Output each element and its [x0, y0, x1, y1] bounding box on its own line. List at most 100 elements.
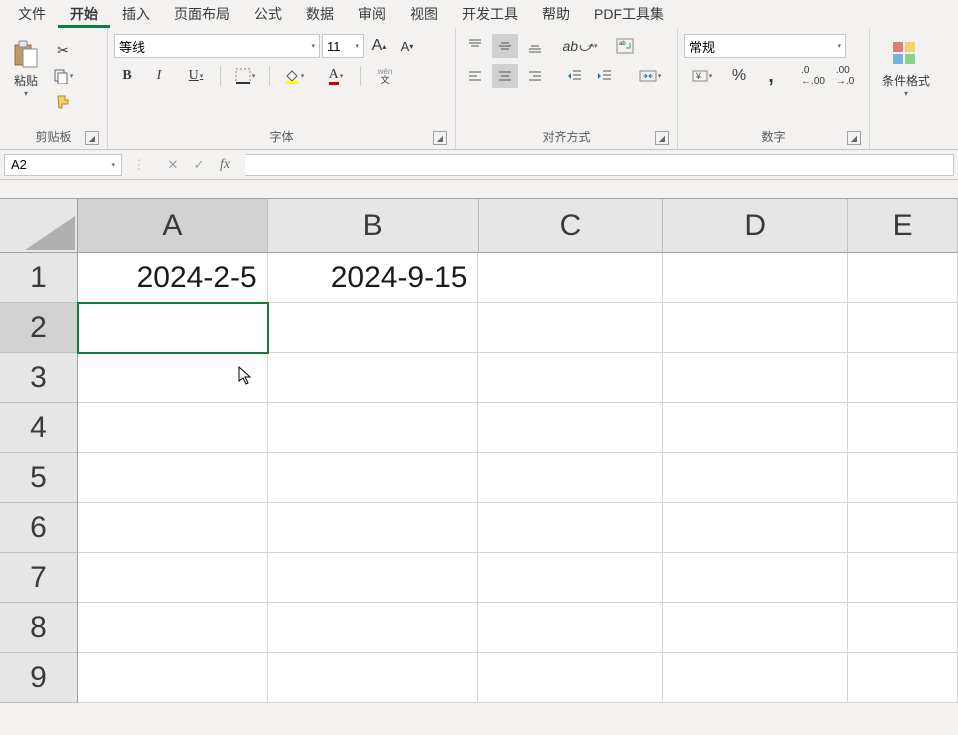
- font-color-button[interactable]: A ▾: [318, 64, 354, 88]
- align-center-button[interactable]: [492, 64, 518, 88]
- cell-D3[interactable]: [663, 353, 848, 403]
- copy-button[interactable]: ▾: [50, 64, 76, 88]
- number-format-select[interactable]: 常规▾: [684, 34, 846, 58]
- fx-button[interactable]: fx: [212, 154, 238, 176]
- enter-button[interactable]: ✓: [186, 154, 212, 176]
- fx-options-button[interactable]: ⋮: [126, 154, 152, 176]
- decrease-decimal-button[interactable]: .00→.0: [832, 64, 858, 88]
- menu-pdf[interactable]: PDF工具集: [582, 0, 676, 28]
- formula-input[interactable]: [245, 154, 954, 176]
- comma-button[interactable]: ,: [758, 64, 784, 88]
- cell-B8[interactable]: [268, 603, 479, 653]
- cell-A6[interactable]: [78, 503, 268, 553]
- col-header-E[interactable]: E: [848, 199, 958, 253]
- cell-C3[interactable]: [478, 353, 663, 403]
- increase-indent-button[interactable]: [592, 64, 618, 88]
- dialog-launcher-icon[interactable]: ◢: [847, 131, 861, 145]
- menu-formula[interactable]: 公式: [242, 0, 294, 28]
- cut-button[interactable]: ✂: [50, 38, 76, 62]
- cell-B3[interactable]: [268, 353, 479, 403]
- cell-B5[interactable]: [268, 453, 479, 503]
- paste-button[interactable]: 粘贴 ▾: [6, 34, 46, 102]
- decrease-indent-button[interactable]: [562, 64, 588, 88]
- align-left-button[interactable]: [462, 64, 488, 88]
- cell-A1[interactable]: 2024-2-5: [78, 253, 268, 303]
- cell-B9[interactable]: [268, 653, 479, 703]
- increase-font-button[interactable]: A▴: [366, 34, 392, 58]
- row-header-5[interactable]: 5: [0, 453, 78, 503]
- cell-D7[interactable]: [663, 553, 848, 603]
- cell-C4[interactable]: [478, 403, 663, 453]
- align-middle-button[interactable]: [492, 34, 518, 58]
- cell-D9[interactable]: [663, 653, 848, 703]
- row-header-2[interactable]: 2: [0, 303, 78, 353]
- cell-D5[interactable]: [663, 453, 848, 503]
- dialog-launcher-icon[interactable]: ◢: [85, 131, 99, 145]
- menu-help[interactable]: 帮助: [530, 0, 582, 28]
- align-right-button[interactable]: [522, 64, 548, 88]
- cell-D2[interactable]: [663, 303, 848, 353]
- font-name-select[interactable]: 等线▾: [114, 34, 320, 58]
- cell-B4[interactable]: [268, 403, 479, 453]
- row-header-3[interactable]: 3: [0, 353, 78, 403]
- align-top-button[interactable]: [462, 34, 488, 58]
- col-header-A[interactable]: A: [78, 199, 268, 253]
- cell-C2[interactable]: [478, 303, 663, 353]
- merge-button[interactable]: ▾: [632, 64, 668, 88]
- cancel-button[interactable]: ✕: [160, 154, 186, 176]
- select-all-corner[interactable]: [0, 199, 78, 253]
- font-size-select[interactable]: 11▾: [322, 34, 364, 58]
- percent-button[interactable]: %: [726, 64, 752, 88]
- cell-A7[interactable]: [78, 553, 268, 603]
- cell-A5[interactable]: [78, 453, 268, 503]
- italic-button[interactable]: I: [146, 64, 172, 88]
- menu-review[interactable]: 审阅: [346, 0, 398, 28]
- menu-view[interactable]: 视图: [398, 0, 450, 28]
- menu-file[interactable]: 文件: [6, 0, 58, 28]
- cell-D4[interactable]: [663, 403, 848, 453]
- cell-E8[interactable]: [848, 603, 958, 653]
- menu-insert[interactable]: 插入: [110, 0, 162, 28]
- format-painter-button[interactable]: [50, 90, 76, 114]
- cell-E5[interactable]: [848, 453, 958, 503]
- increase-decimal-button[interactable]: .0←.00: [800, 64, 826, 88]
- col-header-C[interactable]: C: [479, 199, 664, 253]
- cell-B2[interactable]: [268, 303, 479, 353]
- cell-C8[interactable]: [478, 603, 663, 653]
- cell-E7[interactable]: [848, 553, 958, 603]
- conditional-format-button[interactable]: 条件格式 ▾: [876, 34, 936, 102]
- cell-C9[interactable]: [478, 653, 663, 703]
- cell-A9[interactable]: [78, 653, 268, 703]
- bold-button[interactable]: B: [114, 64, 140, 88]
- cell-E4[interactable]: [848, 403, 958, 453]
- cell-A3[interactable]: [78, 353, 268, 403]
- menu-home[interactable]: 开始: [58, 0, 110, 28]
- menu-data[interactable]: 数据: [294, 0, 346, 28]
- cell-B7[interactable]: [268, 553, 479, 603]
- cell-E9[interactable]: [848, 653, 958, 703]
- cell-D6[interactable]: [663, 503, 848, 553]
- row-header-9[interactable]: 9: [0, 653, 78, 703]
- cell-A2[interactable]: [78, 303, 268, 353]
- col-header-D[interactable]: D: [663, 199, 848, 253]
- currency-button[interactable]: ¥ ▾: [684, 64, 720, 88]
- cell-E1[interactable]: [848, 253, 958, 303]
- row-header-6[interactable]: 6: [0, 503, 78, 553]
- dialog-launcher-icon[interactable]: ◢: [433, 131, 447, 145]
- row-header-7[interactable]: 7: [0, 553, 78, 603]
- row-header-4[interactable]: 4: [0, 403, 78, 453]
- menu-devtools[interactable]: 开发工具: [450, 0, 530, 28]
- border-button[interactable]: ▾: [227, 64, 263, 88]
- menu-pagelayout[interactable]: 页面布局: [162, 0, 242, 28]
- cell-C6[interactable]: [478, 503, 663, 553]
- cell-C5[interactable]: [478, 453, 663, 503]
- fill-color-button[interactable]: ▾: [276, 64, 312, 88]
- cell-A8[interactable]: [78, 603, 268, 653]
- cell-E6[interactable]: [848, 503, 958, 553]
- phonetic-button[interactable]: wén文: [367, 64, 403, 88]
- row-header-1[interactable]: 1: [0, 253, 78, 303]
- dialog-launcher-icon[interactable]: ◢: [655, 131, 669, 145]
- decrease-font-button[interactable]: A▾: [394, 34, 420, 58]
- orientation-button[interactable]: ab⤻▾: [562, 34, 598, 58]
- cell-B1[interactable]: 2024-9-15: [268, 253, 479, 303]
